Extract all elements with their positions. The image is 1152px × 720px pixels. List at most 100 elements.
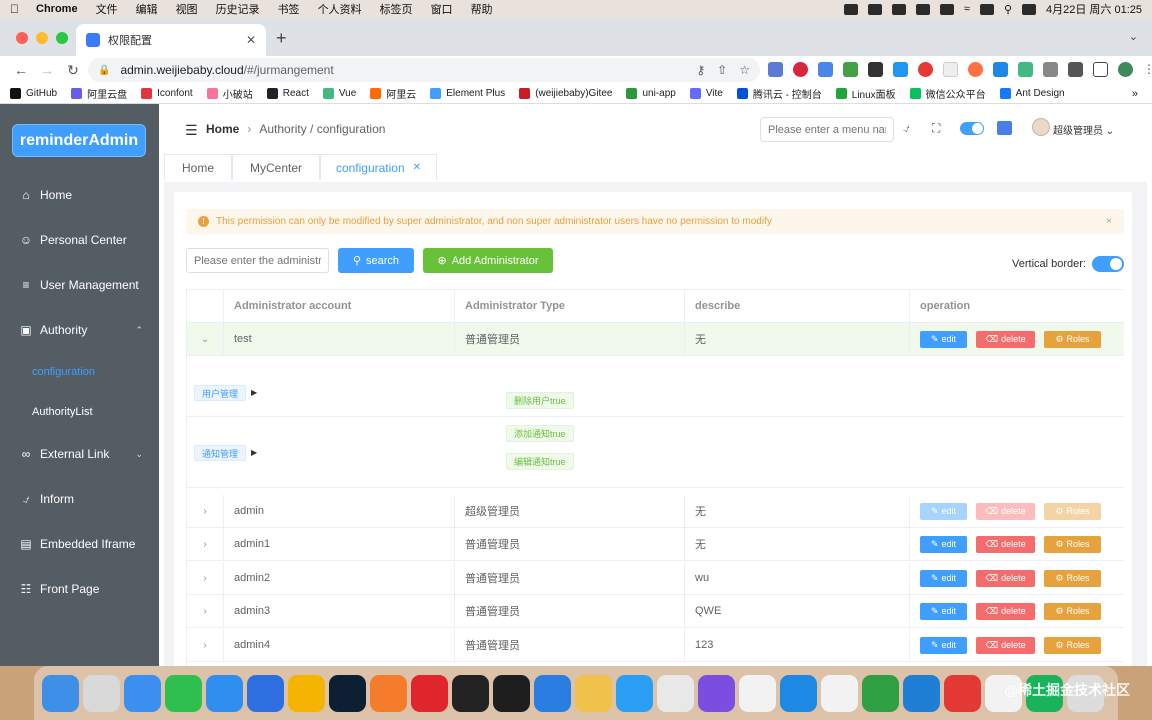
menu-history[interactable]: 历史记录 [216,1,260,17]
battery-icon[interactable] [939,3,954,15]
menu-window[interactable]: 窗口 [431,1,453,17]
reload-icon[interactable]: ↻ [62,62,84,79]
photoshop-icon[interactable] [329,674,366,712]
expand-chevron-down-icon[interactable]: ⌄ [187,323,224,355]
table-row[interactable]: ⌄ test 普通管理员 无 ✎ edit ⌫ delete ⚙ Roles [187,323,1124,356]
roles-button[interactable]: ⚙ Roles [1044,330,1101,348]
bookmark-item[interactable]: (weijiebaby)Gitee [519,88,612,99]
expand-chevron-right-icon[interactable]: › [187,629,224,661]
notification-bell-icon[interactable]: ⍻ [903,121,910,136]
app-icon[interactable] [698,674,735,712]
caret-right-icon[interactable]: ▶ [251,388,257,397]
table-row[interactable]: › admin1 普通管理员 无 ✎ edit ⌫ delete ⚙ Roles [187,528,1124,561]
lock-icon[interactable]: 🔒 [98,65,110,76]
youdao-icon[interactable] [411,674,448,712]
app-icon[interactable] [370,674,407,712]
app-icon[interactable] [739,674,776,712]
expand-chevron-right-icon[interactable]: › [187,528,224,560]
control-center-icon[interactable] [1022,3,1036,15]
bookmark-item[interactable]: Linux面板 [835,86,896,101]
bookmark-item[interactable]: Ant Design [999,88,1065,99]
close-tag-icon[interactable]: ✕ [413,162,421,173]
expand-chevron-right-icon[interactable]: › [187,562,224,594]
search-button[interactable]: ⚲ search [338,248,414,273]
more-icon[interactable]: ⋮ [1143,62,1152,77]
app-icon[interactable] [780,674,817,712]
bookmark-item[interactable]: Iconfont [141,88,193,99]
bookmarks-more-icon[interactable]: » [1132,88,1138,100]
status-icon[interactable] [915,3,930,15]
tag-configuration[interactable]: configuration ✕ [320,154,437,180]
url-text[interactable]: admin.weijiebaby.cloud/#/jurmangement [120,63,696,77]
alert-close-icon[interactable]: × [1106,216,1112,227]
apple-icon[interactable]:  [10,3,22,15]
zoom-window-icon[interactable] [56,32,68,44]
caret-right-icon[interactable]: ▶ [251,448,257,457]
menu-help[interactable]: 帮助 [471,1,493,17]
chrome-icon[interactable] [821,674,858,712]
table-row[interactable]: › admin3 普通管理员 QWE ✎ edit ⌫ delete ⚙ Roles [187,595,1124,628]
add-administrator-button[interactable]: ⊕ Add Administrator [423,248,553,273]
expand-chevron-right-icon[interactable]: › [187,495,224,527]
input-method-icon[interactable] [979,3,994,15]
extension-icon[interactable] [843,62,858,77]
wifi-icon[interactable]: ≈ [964,3,970,15]
monitor-icon[interactable] [493,674,530,712]
menu-search-input[interactable] [760,117,894,142]
theme-toggle[interactable] [960,122,984,135]
status-icon[interactable] [891,3,906,15]
sidebar-item-inform[interactable]: ⍻ Inform [0,477,159,521]
adblock-icon[interactable] [793,62,808,77]
app-logo[interactable]: reminderAdmin [12,124,146,157]
bookmark-item[interactable]: 微信公众平台 [909,86,986,101]
side-panel-icon[interactable] [1093,62,1108,77]
edit-button[interactable]: ✎ edit [920,330,967,348]
extension-icon[interactable] [768,62,783,77]
tag-home[interactable]: Home [164,154,232,180]
bookmark-item[interactable]: 腾讯云 - 控制台 [736,86,822,101]
roles-button[interactable]: ⚙ Roles [1044,569,1101,587]
bookmark-item[interactable]: uni-app [626,88,676,99]
bookmark-item[interactable]: 阿里云 [370,86,416,101]
wechat-icon[interactable] [657,674,694,712]
app-icon[interactable] [288,674,325,712]
menu-clock[interactable]: 4月22日 周六 01:25 [1046,1,1142,17]
bookmark-item[interactable]: 阿里云盘 [71,86,127,101]
expand-chevron-right-icon[interactable]: › [187,595,224,627]
sidebar-item-authority-list[interactable]: AuthorityList [0,390,159,434]
vue-devtools-icon[interactable] [1018,62,1033,77]
menu-tabs[interactable]: 标签页 [380,1,413,17]
fullscreen-icon[interactable]: ⛶ [932,121,940,136]
roles-button[interactable]: ⚙ Roles [1044,535,1101,553]
app-icon[interactable] [575,674,612,712]
facetime-icon[interactable] [165,674,202,712]
bookmark-item[interactable]: Vue [322,88,356,99]
puzzle-icon[interactable] [1068,62,1083,77]
language-switch-icon[interactable] [997,121,1012,135]
back-icon[interactable]: ← [10,62,32,78]
extension-icon[interactable] [1043,62,1058,77]
menu-bookmarks[interactable]: 书签 [278,1,300,17]
edit-button[interactable]: ✎ edit [920,636,967,654]
sidebar-item-authority[interactable]: ▣ Authority ⌃ [0,308,159,352]
share-icon[interactable]: ⇧ [717,63,727,77]
close-tab-icon[interactable]: ✕ [246,33,256,47]
bookmark-item[interactable]: Vite [689,88,723,99]
menu-view[interactable]: 视图 [176,1,198,17]
forward-icon[interactable]: → [36,62,58,78]
bookmark-item[interactable]: 小破站 [206,86,253,101]
table-row[interactable]: › admin4 普通管理员 123 ✎ edit ⌫ delete ⚙ Roles [187,629,1124,662]
edit-button[interactable]: ✎ edit [920,569,967,587]
extension-icon[interactable] [918,62,933,77]
table-row[interactable]: › admin2 普通管理员 wu ✎ edit ⌫ delete ⚙ Roles [187,562,1124,595]
new-tab-icon[interactable]: + [276,28,287,49]
roles-button[interactable]: ⚙ Roles [1044,636,1101,654]
collapse-menu-icon[interactable]: ☰ [185,122,198,139]
translate-icon[interactable] [818,62,833,77]
menu-edit[interactable]: 编辑 [136,1,158,17]
app-icon[interactable] [247,674,284,712]
key-icon[interactable]: ⚷ [696,63,705,77]
roles-button[interactable]: ⚙ Roles [1044,502,1101,520]
terminal-icon[interactable] [452,674,489,712]
bookmark-item[interactable]: React [266,88,309,99]
